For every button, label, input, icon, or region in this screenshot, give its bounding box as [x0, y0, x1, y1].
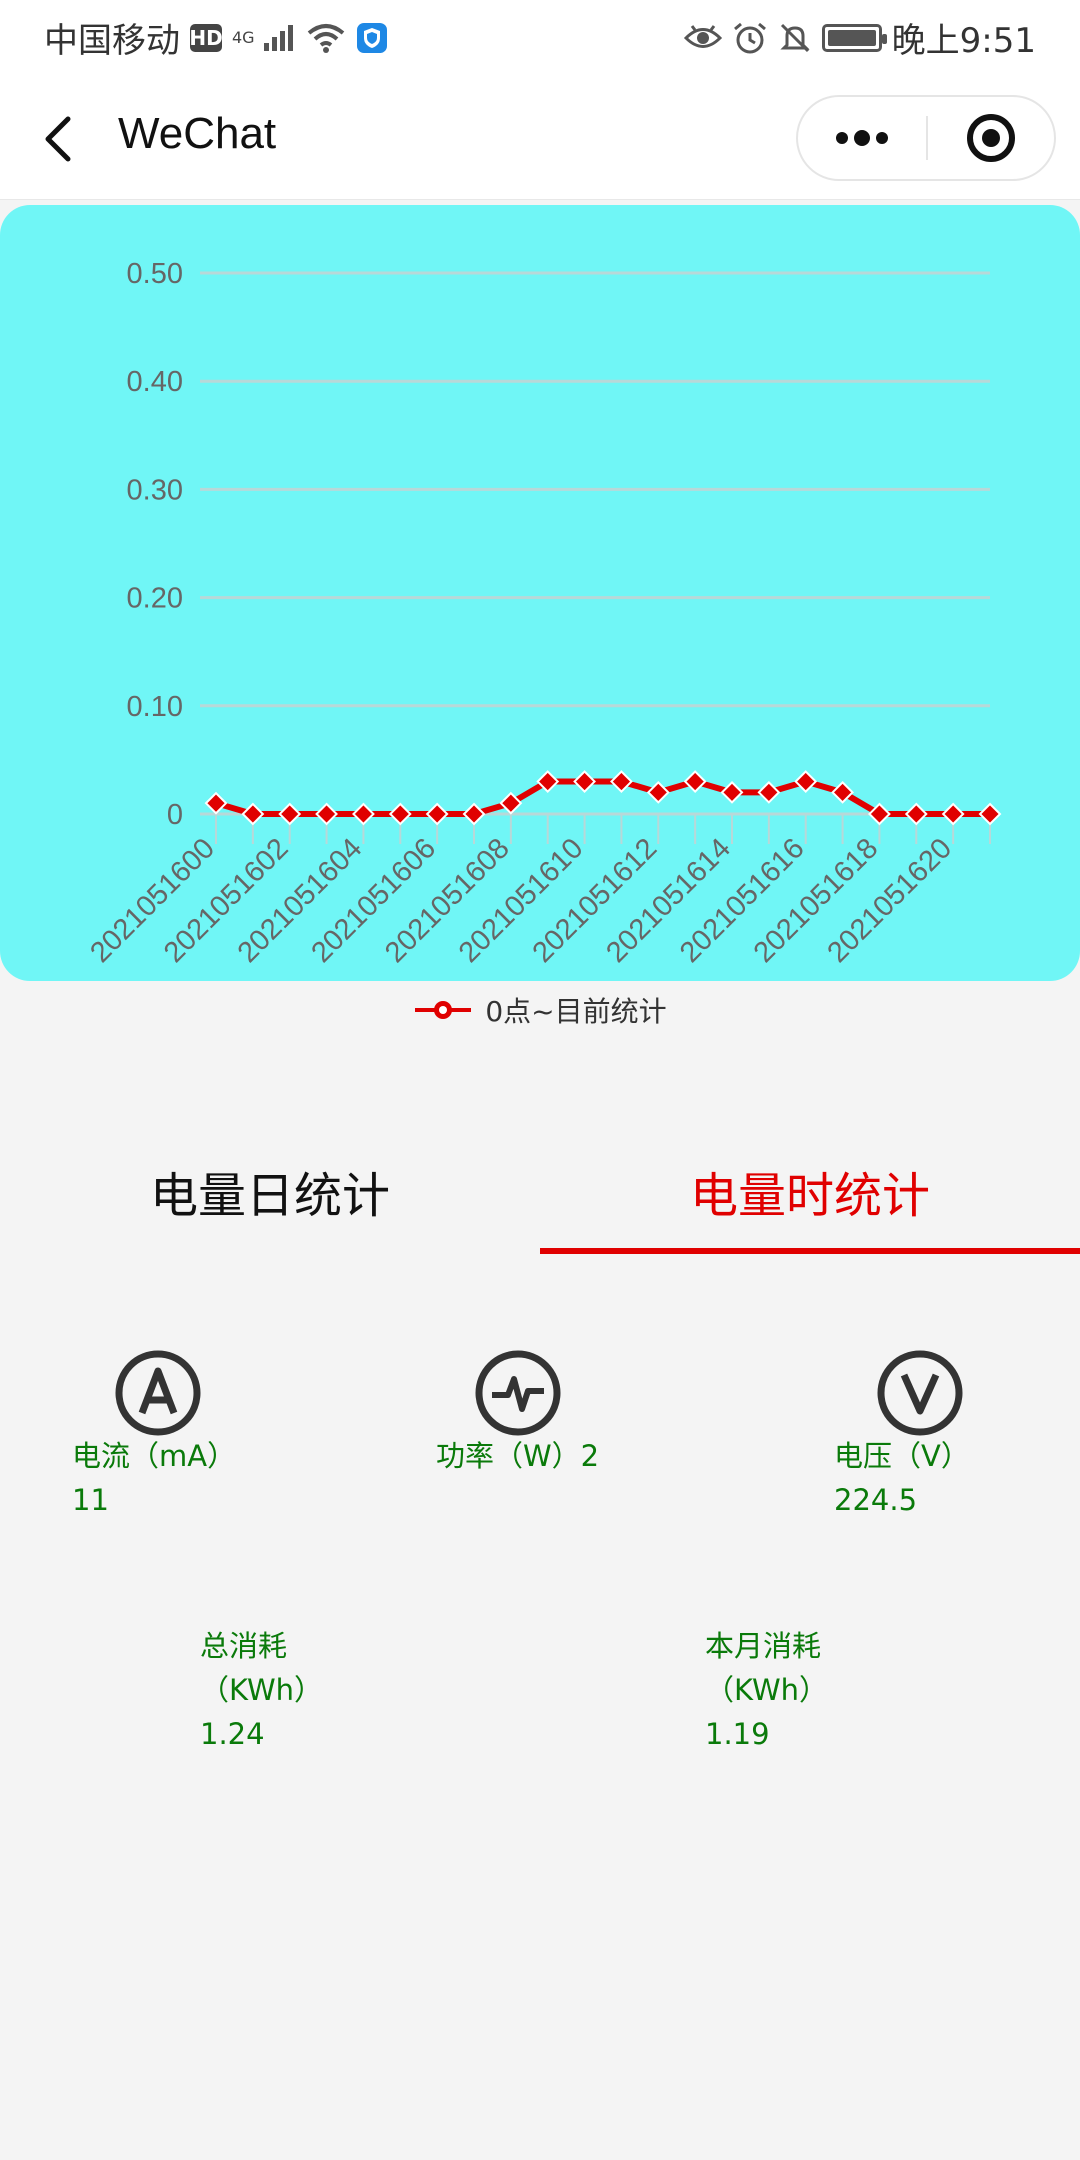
wifi-icon: [307, 23, 345, 53]
data-point: [241, 802, 265, 826]
data-point: [204, 791, 228, 815]
data-point: [315, 802, 338, 826]
data-point: [388, 802, 412, 826]
tab-daily-stats[interactable]: 电量日统计: [0, 1120, 540, 1255]
more-button[interactable]: [798, 97, 926, 179]
carrier-label: 中国移动: [44, 21, 180, 61]
data-point: [610, 770, 633, 793]
shield-icon: [357, 22, 387, 53]
data-point: [720, 780, 744, 804]
capsule-menu: [796, 95, 1056, 181]
power-metric: 功率（W）2: [436, 1434, 599, 1478]
chart-panel: 0.50 0.40 0.30 0.20 0.10 0 2021051600 202105160…: [0, 205, 1080, 981]
active-tab-indicator: [540, 1248, 1080, 1254]
data-point: [646, 780, 670, 804]
more-dots-icon: [836, 130, 888, 146]
network-type-label: 4G: [232, 27, 255, 47]
y-tick-label: 0.20: [127, 583, 183, 615]
data-point: [794, 770, 818, 793]
nav-bar: WeChat: [0, 75, 1080, 200]
data-point: [573, 770, 596, 793]
legend-label: 0点~目前统计: [485, 995, 667, 1028]
bell-off-icon: [780, 23, 810, 52]
month-value: 1.19: [705, 1717, 770, 1751]
y-tick-label: 0: [167, 799, 183, 831]
data-point: [425, 802, 449, 826]
y-tick-label: 0.30: [127, 474, 183, 506]
tab-hourly-stats[interactable]: 电量时统计: [540, 1120, 1080, 1255]
signal-icon: [264, 24, 293, 51]
data-point: [462, 802, 486, 826]
y-tick-label: 0.10: [127, 691, 183, 723]
pulse-icon: [475, 1350, 561, 1436]
voltage-value: 224.5: [834, 1483, 918, 1517]
data-point: [757, 780, 781, 804]
total-label: 总消耗: [200, 1629, 288, 1663]
status-right: 晚上9:51: [683, 13, 1036, 62]
data-point: [352, 802, 375, 826]
current-metric: 电流（mA） 11: [72, 1434, 236, 1522]
line-chart: 0.500.400.300.200.1002021051600202105160…: [84, 258, 1002, 969]
eye-icon: [683, 24, 722, 48]
current-label: 电流（mA）: [72, 1439, 237, 1473]
voltage-metric: 电压（V） 224.5: [834, 1434, 970, 1522]
data-point: [941, 802, 965, 826]
stats-tabs: 电量日统计 电量时统计: [0, 1120, 1080, 1255]
volt-icon: [877, 1350, 963, 1436]
data-point: [904, 802, 928, 826]
voltage-label: 电压（V）: [834, 1439, 970, 1473]
chevron-left-icon[interactable]: [36, 109, 86, 169]
total-unit: （KWh）: [200, 1673, 324, 1707]
close-miniprogram-button[interactable]: [928, 97, 1054, 179]
status-bar: 中国移动 HD 4G 晚上9:51: [0, 0, 1080, 75]
y-tick-label: 0.50: [127, 258, 183, 290]
ampere-icon: [115, 1350, 201, 1436]
total-value: 1.24: [200, 1717, 265, 1751]
monthly-consumption-metric: 本月消耗 （KWh） 1.19: [705, 1624, 828, 1756]
current-value: 11: [72, 1483, 109, 1517]
month-unit: （KWh）: [705, 1673, 829, 1707]
month-label: 本月消耗: [705, 1629, 822, 1663]
target-circle-icon: [967, 114, 1015, 162]
legend-line-icon: [415, 1001, 472, 1019]
alarm-icon: [733, 22, 766, 53]
status-left: 中国移动 HD 4G: [44, 13, 388, 62]
y-tick-label: 0.40: [127, 366, 183, 398]
data-point: [278, 802, 302, 826]
page-title: WeChat: [118, 109, 277, 158]
chart-legend[interactable]: 0点~目前统计: [0, 990, 1080, 1030]
power-label: 功率（W）2: [436, 1439, 600, 1473]
data-point: [683, 770, 707, 793]
battery-icon: [821, 23, 887, 52]
hd-icon: HD: [189, 23, 223, 52]
status-time: 晚上9:51: [891, 21, 1036, 61]
data-point: [978, 802, 1002, 826]
total-consumption-metric: 总消耗 （KWh） 1.24: [200, 1624, 323, 1756]
